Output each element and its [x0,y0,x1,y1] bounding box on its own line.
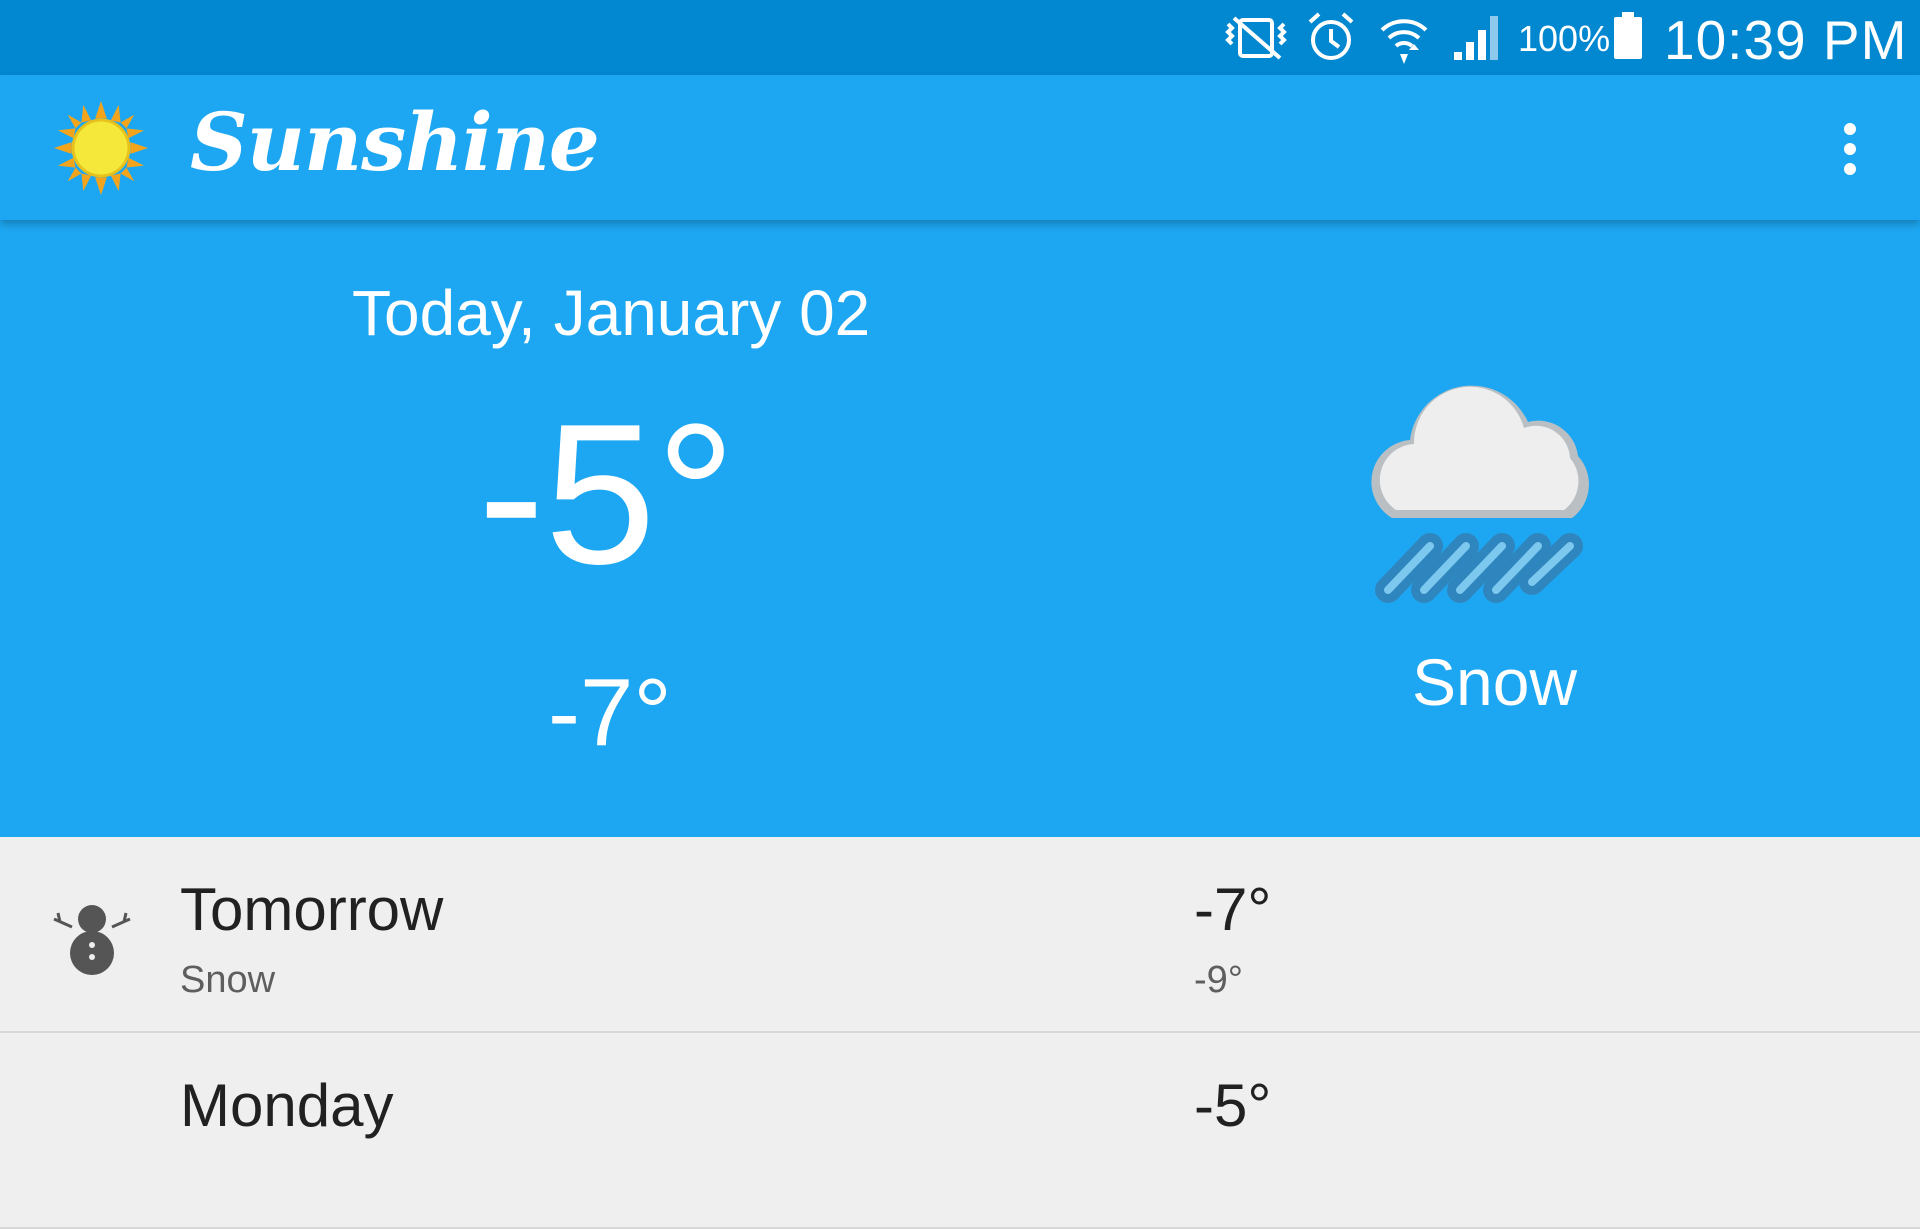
forecast-day: Monday [180,1072,394,1139]
snowman-icon [53,905,131,975]
battery-percent: 100% [1518,18,1611,59]
today-date: Today, January 02 [352,277,871,349]
forecast-high-temp: -5° [1194,1072,1272,1139]
forecast-list: Tomorrow Snow -7° -9° Monday -5° [0,837,1920,1229]
overflow-menu-icon [1844,123,1856,135]
today-forecast-panel[interactable]: Today, January 02 -5° -7° Snow [0,220,1920,837]
vibrate-mute-icon [1225,16,1287,60]
sun-icon [53,100,149,196]
alarm-icon [1308,12,1354,60]
overflow-menu-button[interactable] [1826,117,1874,181]
clock: 10:39 PM [1664,9,1908,71]
forecast-list-item[interactable]: Tomorrow Snow -7° -9° [0,837,1920,1033]
forecast-day: Tomorrow [180,876,444,943]
forecast-description: Snow [180,959,276,1001]
app-title: Sunshine [190,95,600,189]
today-low-temp: -7° [548,659,672,766]
battery-icon [1614,12,1642,59]
forecast-list-item[interactable]: Monday -5° [0,1033,1920,1229]
signal-icon [1454,16,1498,60]
forecast-low-temp: -9° [1194,959,1243,1001]
app-bar: Sunshine [0,75,1920,220]
wifi-icon [1380,19,1428,64]
forecast-high-temp: -7° [1194,876,1272,943]
snow-cloud-icon [1371,385,1589,603]
today-weather-description: Snow [1412,645,1578,719]
today-high-temp: -5° [478,383,736,606]
status-bar: 100% 10:39 PM [0,0,1920,75]
